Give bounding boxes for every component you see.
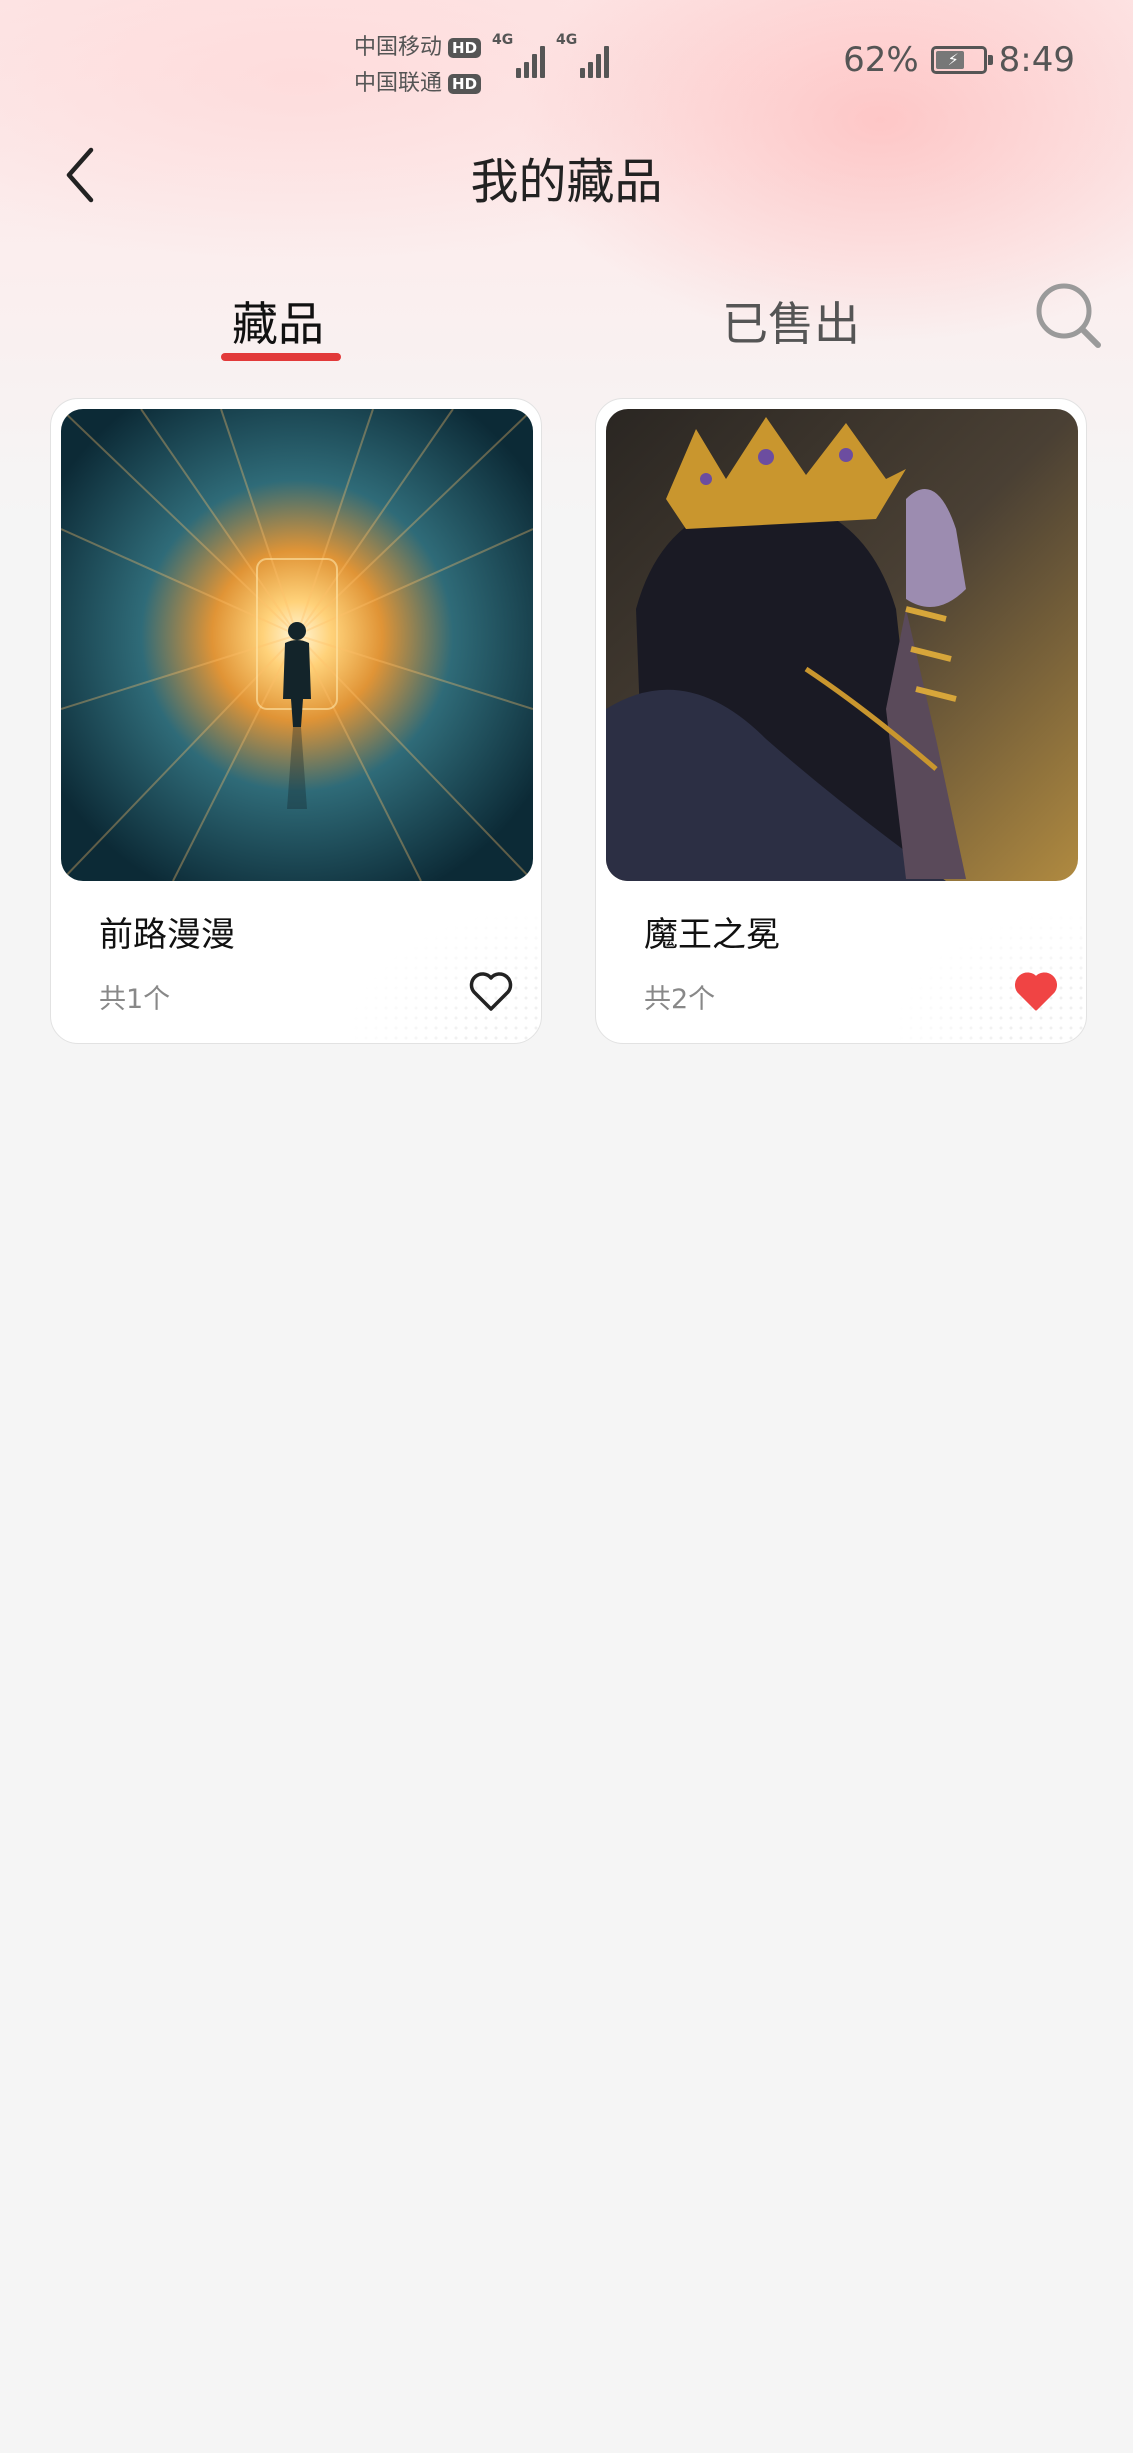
- heart-filled-icon: [1015, 972, 1057, 1011]
- card-title: 魔王之冕: [644, 915, 780, 955]
- battery-percent: 62%: [843, 40, 919, 80]
- signal-icon: 4G: [492, 32, 545, 78]
- active-tab-indicator: [221, 353, 341, 361]
- favorite-button[interactable]: [1012, 967, 1060, 1015]
- page: 中国移动 HD 中国联通 HD 4G 4G 62% ⚡ 8:49 我的藏品 藏品…: [0, 0, 1133, 2453]
- network-type-label: 4G: [556, 32, 578, 48]
- hd-badge: HD: [448, 74, 482, 94]
- tab-bar: 藏品 已售出: [0, 270, 1133, 370]
- search-icon: [1036, 283, 1101, 348]
- carrier-1-label: 中国移动: [354, 35, 443, 60]
- tab-sold[interactable]: 已售出: [722, 288, 860, 354]
- carrier-info: 中国移动 HD 中国联通 HD: [354, 30, 482, 102]
- status-right: 62% ⚡ 8:49: [843, 40, 1075, 80]
- favorite-button[interactable]: [467, 967, 515, 1015]
- page-title: 我的藏品: [470, 154, 663, 210]
- card-count: 共1个: [99, 984, 171, 1015]
- battery-icon: ⚡: [930, 46, 993, 74]
- signal-icon: 4G: [556, 32, 609, 78]
- collection-card[interactable]: 魔王之冕 共2个: [595, 398, 1087, 1044]
- card-title: 前路漫漫: [99, 915, 235, 955]
- search-button[interactable]: [1035, 282, 1103, 350]
- network-type-label: 4G: [492, 32, 514, 48]
- status-bar: 中国移动 HD 中国联通 HD 4G 4G 62% ⚡ 8:49: [0, 0, 1133, 120]
- clock: 8:49: [998, 40, 1075, 80]
- card-count: 共2个: [644, 984, 716, 1015]
- heart-outline-icon: [469, 972, 513, 1011]
- collection-card[interactable]: 前路漫漫 共1个: [50, 398, 542, 1044]
- header: 我的藏品: [0, 120, 1133, 230]
- hd-badge: HD: [448, 38, 482, 58]
- carrier-2-label: 中国联通: [354, 71, 443, 96]
- tab-collection[interactable]: 藏品: [232, 288, 324, 354]
- dark-king-crown-painting-image: [606, 409, 1078, 881]
- glowing-tunnel-silhouette-image: [61, 409, 533, 881]
